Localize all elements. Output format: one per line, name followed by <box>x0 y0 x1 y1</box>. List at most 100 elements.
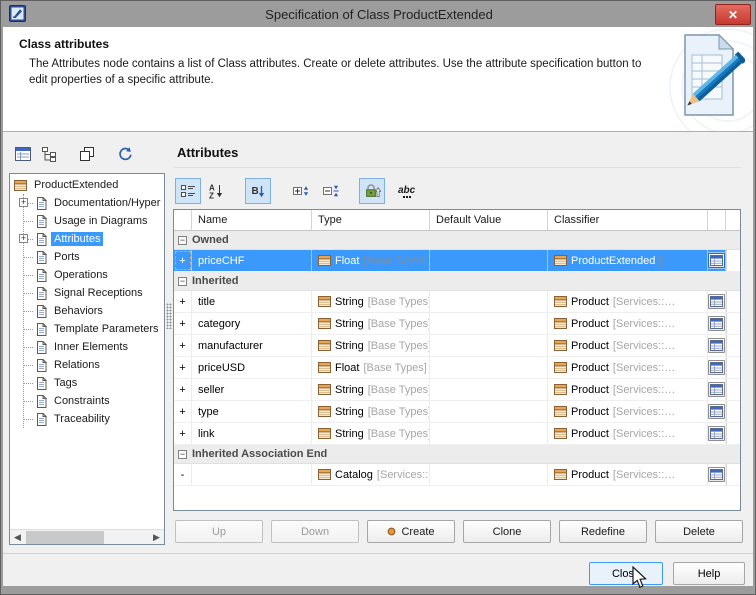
group-row-inherited[interactable]: −Inherited <box>174 272 740 291</box>
collapse-group-icon[interactable]: − <box>178 450 187 459</box>
scroll-right-arrow-icon[interactable]: ▶ <box>149 530 164 545</box>
default-value-cell[interactable] <box>430 291 548 312</box>
delete-button[interactable]: Delete <box>655 520 743 543</box>
panel-splitter[interactable] <box>166 303 172 329</box>
sidebar-item-operations[interactable]: Operations <box>24 266 164 284</box>
open-specification-button[interactable] <box>708 338 725 353</box>
table-row[interactable]: +priceUSDFloat[Base Types]Product[Servic… <box>174 357 740 379</box>
type-cell[interactable]: String[Base Types] <box>312 379 430 400</box>
scroll-left-arrow-icon[interactable]: ◀ <box>10 530 25 545</box>
open-specification-button[interactable] <box>708 382 725 397</box>
classifier-cell[interactable]: Product[Services::… <box>548 379 708 400</box>
table-row[interactable]: +categoryString[Base Types]Product[Servi… <box>174 313 740 335</box>
group-row-inherited-association-end[interactable]: −Inherited Association End <box>174 445 740 464</box>
type-cell[interactable]: String[Base Types] <box>312 423 430 444</box>
name-cell[interactable]: seller <box>192 379 312 400</box>
column-header-type[interactable]: Type <box>312 210 430 230</box>
default-value-cell[interactable] <box>430 335 548 356</box>
default-value-cell[interactable] <box>430 401 548 422</box>
sidebar-item-attributes[interactable]: +Attributes <box>24 230 164 248</box>
create-button[interactable]: Create <box>367 520 455 543</box>
group-row-owned[interactable]: −Owned <box>174 231 740 250</box>
default-value-cell[interactable] <box>430 423 548 444</box>
default-value-cell[interactable] <box>430 357 548 378</box>
detail-view-button[interactable] <box>175 178 201 204</box>
classifier-cell[interactable]: ProductExtended[… <box>548 250 708 271</box>
name-cell[interactable]: type <box>192 401 312 422</box>
table-row[interactable]: +titleString[Base Types]Product[Services… <box>174 291 740 313</box>
classifier-cell[interactable]: Product[Services::… <box>548 357 708 378</box>
type-cell[interactable]: Float[Base Types] <box>312 357 430 378</box>
redefine-button[interactable]: Redefine <box>559 520 647 543</box>
abc-edit-button[interactable]: abc <box>393 178 419 204</box>
close-button[interactable]: Close <box>589 562 663 585</box>
sidebar-item-traceability[interactable]: Traceability <box>24 410 164 428</box>
type-cell[interactable]: String[Base Types] <box>312 291 430 312</box>
type-cell[interactable]: String[Base Types] <box>312 313 430 334</box>
classifier-cell[interactable]: Product[Services::… <box>548 401 708 422</box>
type-cell[interactable]: Catalog[Services::… <box>312 464 430 485</box>
sidebar-item-relations[interactable]: Relations <box>24 356 164 374</box>
name-cell[interactable]: link <box>192 423 312 444</box>
default-value-cell[interactable] <box>430 250 548 271</box>
sidebar-item-tags[interactable]: Tags <box>24 374 164 392</box>
default-value-cell[interactable] <box>430 313 548 334</box>
name-cell[interactable] <box>192 464 312 485</box>
sidebar-item-signal-receptions[interactable]: Signal Receptions <box>24 284 164 302</box>
open-specification-button[interactable] <box>708 426 725 441</box>
sidebar-item-inner-elements[interactable]: Inner Elements <box>24 338 164 356</box>
name-cell[interactable]: manufacturer <box>192 335 312 356</box>
name-cell[interactable]: priceCHF <box>192 250 312 271</box>
help-button[interactable]: Help <box>673 562 745 585</box>
copy-button[interactable] <box>75 143 99 165</box>
close-window-button[interactable]: ✕ <box>715 4 751 25</box>
expand-plus-icon[interactable]: + <box>19 198 28 207</box>
tree-view-button[interactable] <box>37 143 61 165</box>
sidebar-item-template-parameters[interactable]: Template Parameters <box>24 320 164 338</box>
name-cell[interactable]: priceUSD <box>192 357 312 378</box>
sidebar-item-usage-in-diagrams[interactable]: Usage in Diagrams <box>24 212 164 230</box>
tree-horizontal-scrollbar[interactable]: ◀ ▶ <box>10 529 164 544</box>
sidebar-item-behaviors[interactable]: Behaviors <box>24 302 164 320</box>
expand-plus-icon[interactable]: + <box>19 234 28 243</box>
collapse-nodes-button[interactable] <box>317 178 343 204</box>
open-specification-button[interactable] <box>708 253 725 268</box>
title-bar[interactable]: Specification of Class ProductExtended ✕ <box>1 1 756 27</box>
sidebar-item-documentation-hyper[interactable]: +Documentation/Hyper <box>24 194 164 212</box>
default-value-cell[interactable] <box>430 464 548 485</box>
preserve-order-button[interactable] <box>359 178 385 204</box>
classifier-cell[interactable]: Product[Services::… <box>548 291 708 312</box>
type-cell[interactable]: String[Base Types] <box>312 335 430 356</box>
expand-nodes-button[interactable] <box>287 178 313 204</box>
spec-list-button[interactable] <box>11 143 35 165</box>
name-cell[interactable]: category <box>192 313 312 334</box>
name-cell[interactable]: title <box>192 291 312 312</box>
sidebar-item-constraints[interactable]: Constraints <box>24 392 164 410</box>
sort-by-group-button[interactable]: B <box>245 178 271 204</box>
open-specification-button[interactable] <box>708 316 725 331</box>
default-value-cell[interactable] <box>430 379 548 400</box>
open-specification-button[interactable] <box>708 404 725 419</box>
collapse-group-icon[interactable]: − <box>178 236 187 245</box>
table-row[interactable]: +priceCHFFloat[Base Types]ProductExtende… <box>174 250 740 272</box>
tree-root-item[interactable]: ProductExtended <box>14 176 164 194</box>
type-cell[interactable]: Float[Base Types] <box>312 250 430 271</box>
scrollbar-thumb[interactable] <box>26 531 104 544</box>
type-cell[interactable]: String[Base Types] <box>312 401 430 422</box>
refresh-button[interactable] <box>113 143 137 165</box>
classifier-cell[interactable]: Product[Services::… <box>548 464 708 485</box>
table-row[interactable]: -Catalog[Services::…Product[Services::… <box>174 464 740 486</box>
specification-tree[interactable]: ProductExtended+Documentation/HyperUsage… <box>9 173 165 545</box>
table-row[interactable]: +sellerString[Base Types]Product[Service… <box>174 379 740 401</box>
sort-alphabetic-button[interactable]: AZ <box>203 178 229 204</box>
table-row[interactable]: +typeString[Base Types]Product[Services:… <box>174 401 740 423</box>
column-header-default-value[interactable]: Default Value <box>430 210 548 230</box>
table-row[interactable]: +linkString[Base Types]Product[Services:… <box>174 423 740 445</box>
column-header-name[interactable]: Name <box>192 210 312 230</box>
classifier-cell[interactable]: Product[Services::… <box>548 313 708 334</box>
collapse-group-icon[interactable]: − <box>178 277 187 286</box>
open-specification-button[interactable] <box>708 467 725 482</box>
clone-button[interactable]: Clone <box>463 520 551 543</box>
classifier-cell[interactable]: Product[Services::… <box>548 335 708 356</box>
open-specification-button[interactable] <box>708 360 725 375</box>
